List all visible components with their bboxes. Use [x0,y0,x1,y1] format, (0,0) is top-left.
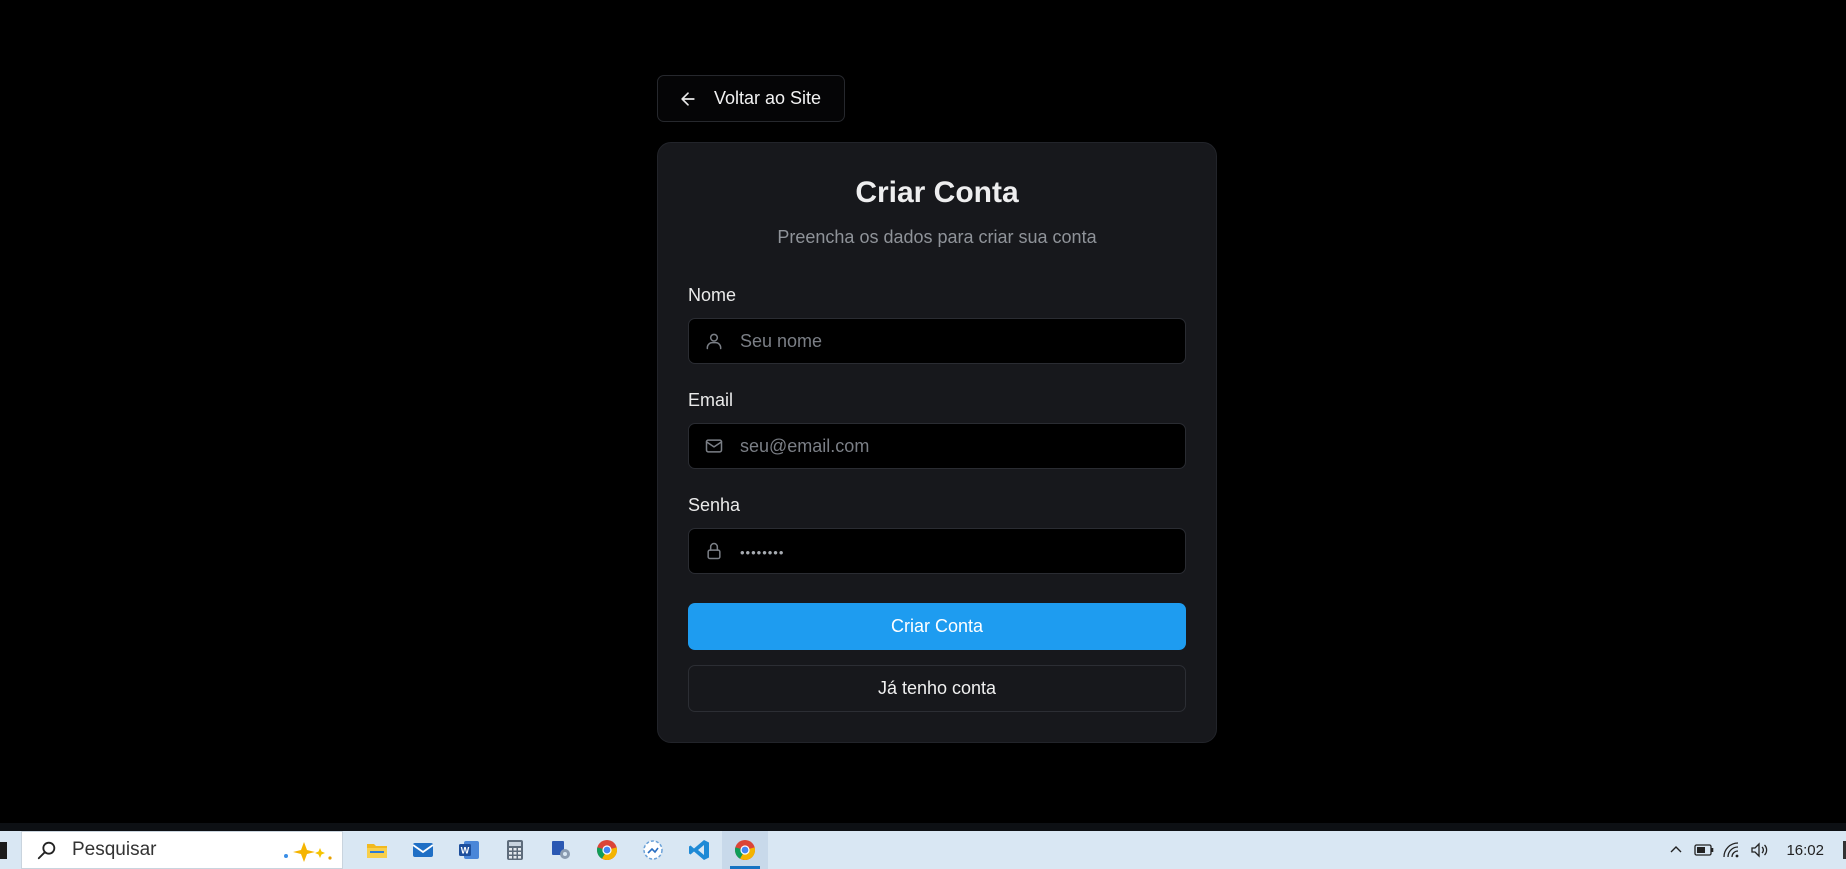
battery-icon[interactable] [1690,831,1718,869]
svg-text:W: W [461,846,470,856]
card-subtitle: Preencha os dados para criar sua conta [777,227,1097,247]
page: Voltar ao Site Criar Conta Preencha os d… [0,0,1846,869]
photos-icon[interactable] [630,831,676,869]
app-icon[interactable] [538,831,584,869]
mail-icon [705,439,723,453]
taskbar: Pesquisar W 16:02 [0,831,1846,869]
vscode-icon[interactable] [676,831,722,869]
calculator-icon[interactable] [492,831,538,869]
password-field-box[interactable] [688,528,1186,574]
have-account-button[interactable]: Já tenho conta [688,665,1186,712]
card-title: Criar Conta [855,176,1019,209]
wifi-icon[interactable] [1718,831,1746,869]
password-label: Senha [688,495,741,515]
chrome-icon[interactable] [722,831,768,869]
search-icon [37,841,56,860]
password-input[interactable] [740,529,1185,573]
name-field-box[interactable] [688,318,1186,364]
word-icon[interactable]: W [446,831,492,869]
file-explorer-icon[interactable] [354,831,400,869]
start-button[interactable] [0,842,7,859]
taskbar-border [0,823,1846,831]
arrow-left-icon [681,91,695,106]
system-tray: 16:02 [1662,831,1846,869]
email-field-box[interactable] [688,423,1186,469]
mail-icon[interactable] [400,831,446,869]
chevron-up-icon[interactable] [1662,831,1690,869]
create-account-button[interactable]: Criar Conta [688,603,1186,650]
name-input[interactable] [740,319,1185,363]
taskbar-apps: W [354,831,768,869]
email-input[interactable] [740,424,1185,468]
name-label: Nome [688,285,737,305]
chrome-icon[interactable] [584,831,630,869]
signup-card: Criar Conta Preencha os dados para criar… [657,142,1217,743]
sparkle-icon [284,842,332,862]
email-label: Email [688,390,734,410]
lock-icon [707,542,721,560]
search-placeholder: Pesquisar [72,839,157,860]
user-icon [706,333,722,350]
taskbar-search[interactable]: Pesquisar [21,831,343,869]
back-to-site-button[interactable]: Voltar ao Site [657,75,845,122]
back-to-site-label: Voltar ao Site [714,88,822,108]
volume-icon[interactable] [1746,831,1774,869]
clock[interactable]: 16:02 [1786,842,1824,859]
